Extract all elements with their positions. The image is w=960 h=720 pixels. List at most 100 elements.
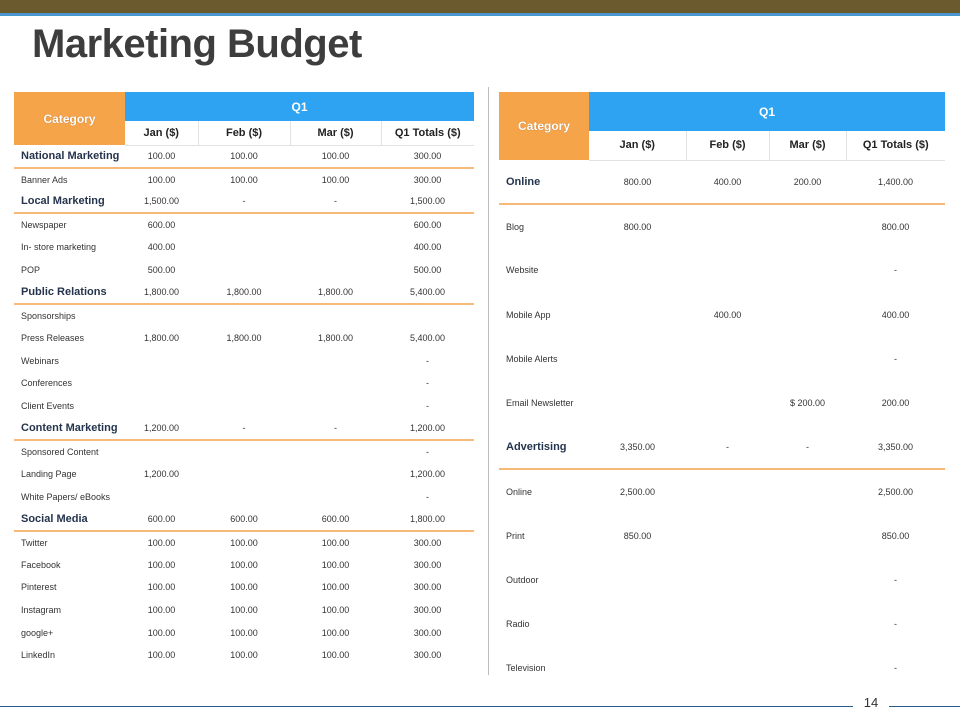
row-label: Newspaper xyxy=(21,219,67,230)
feb-cell xyxy=(686,469,769,513)
column-header-q1-totals: Q1 Totals ($) xyxy=(845,131,946,161)
group-row: Online 800.00 400.00 200.00 1,400.00 xyxy=(499,160,946,206)
row-label: google+ xyxy=(21,627,54,638)
mar-cell xyxy=(290,304,381,327)
jan-cell xyxy=(589,293,686,337)
group-label: Content Marketing xyxy=(14,417,125,441)
q1-total-cell: 1,200.00 xyxy=(409,468,446,479)
left-table-body: National Marketing 100.00 100.00 100.00 300.… xyxy=(14,145,475,667)
table-row: Instagram 100.00 100.00 100.00 300.00 xyxy=(14,599,474,622)
mar-cell xyxy=(769,204,846,248)
row-label: Radio xyxy=(506,618,530,629)
mar-cell: 600.00 xyxy=(290,508,381,532)
mar-cell xyxy=(769,514,846,558)
jan-cell: 100.00 xyxy=(147,627,176,638)
mar-cell: - xyxy=(290,417,381,441)
feb-cell xyxy=(686,602,769,646)
q1-total-cell: 1,200.00 xyxy=(381,417,475,441)
q1-total-cell: - xyxy=(894,663,897,674)
feb-cell xyxy=(686,558,769,602)
jan-cell: 1,800.00 xyxy=(143,332,180,343)
jan-cell: 400.00 xyxy=(147,242,176,253)
row-label: Conferences xyxy=(21,378,73,389)
jan-cell: 1,500.00 xyxy=(125,190,198,215)
row-label: Landing Page xyxy=(21,468,77,479)
jan-cell xyxy=(589,602,686,646)
mar-cell xyxy=(290,440,381,463)
jan-cell: 1,200.00 xyxy=(125,417,198,441)
table-row: Blog 800.00 800.00 xyxy=(499,204,945,248)
feb-cell: 100.00 xyxy=(198,145,290,169)
jan-cell xyxy=(125,485,198,508)
category-header: Category xyxy=(499,92,589,160)
right-table-body: Online 800.00 400.00 200.00 1,400.00 Blog 800.… xyxy=(499,160,946,690)
q1-total-cell: 300.00 xyxy=(413,559,442,570)
feb-cell xyxy=(198,463,290,486)
row-label: LinkedIn xyxy=(21,650,56,661)
row-label: In- store marketing xyxy=(21,242,97,253)
row-label: Blog xyxy=(506,221,525,232)
q1-total-cell: 400.00 xyxy=(413,242,442,253)
mar-cell: 1,800.00 xyxy=(290,281,381,305)
q1-total-cell: 300.00 xyxy=(413,174,442,185)
q1-total-cell: 400.00 xyxy=(881,309,910,320)
feb-cell: 600.00 xyxy=(198,508,290,532)
right-budget-table: Category Q1 Jan ($) Feb ($) Mar ($) Q1 T… xyxy=(499,92,946,690)
feb-cell: 1,800.00 xyxy=(226,332,262,343)
table-row: LinkedIn 100.00 100.00 100.00 300.00 xyxy=(14,644,474,667)
jan-cell: 100.00 xyxy=(147,537,176,548)
feb-cell: 400.00 xyxy=(713,309,742,320)
row-label: POP xyxy=(21,264,41,275)
group-row: Content Marketing 1,200.00- -1,200.00 xyxy=(14,417,475,441)
q1-total-cell: 200.00 xyxy=(881,398,910,409)
group-row: Advertising 3,350.00- -3,350.00 xyxy=(499,425,946,471)
feb-cell xyxy=(686,204,769,248)
q1-total-cell: 300.00 xyxy=(413,650,442,661)
mar-cell xyxy=(769,558,846,602)
column-header-jan: Jan ($) xyxy=(589,131,686,161)
jan-cell: 3,350.00 xyxy=(589,425,686,471)
feb-cell: 100.00 xyxy=(230,559,258,570)
row-label: Banner Ads xyxy=(21,174,68,185)
q1-total-cell: 500.00 xyxy=(413,264,442,275)
group-label: Online xyxy=(499,160,589,206)
feb-cell: 400.00 xyxy=(686,160,769,206)
jan-cell xyxy=(589,248,686,292)
mar-cell xyxy=(769,602,846,646)
row-label: Mobile App xyxy=(506,309,551,320)
mar-cell: 100.00 xyxy=(290,145,381,169)
mar-cell xyxy=(769,248,846,292)
mar-cell: 200.00 xyxy=(769,160,846,206)
table-row: Radio - xyxy=(499,602,945,646)
q1-total-cell: 5,400.00 xyxy=(381,281,475,305)
table-row: Mobile Alerts - xyxy=(499,337,945,381)
group-row: Social Media 600.00 600.00 600.00 1,800.00 xyxy=(14,508,475,532)
jan-cell: 850.00 xyxy=(623,530,652,541)
mar-cell xyxy=(769,469,846,513)
group-label: Advertising xyxy=(499,425,589,471)
feb-cell xyxy=(198,372,290,395)
row-label: White Papers/ eBooks xyxy=(21,491,111,502)
group-row: Local Marketing 1,500.00- -1,500.00 xyxy=(14,190,475,215)
jan-cell xyxy=(589,558,686,602)
column-header-feb: Feb ($) xyxy=(197,121,290,146)
mar-cell xyxy=(290,213,381,236)
q1-total-cell: 300.00 xyxy=(413,582,442,593)
table-row: Email Newsletter $ 200.00 200.00 xyxy=(499,381,945,425)
column-divider xyxy=(488,87,489,675)
q1-total-cell: 300.00 xyxy=(413,605,442,616)
jan-cell: 1,200.00 xyxy=(143,468,180,479)
q1-total-cell: 850.00 xyxy=(881,530,910,541)
feb-cell: 1,800.00 xyxy=(198,281,290,305)
jan-cell: 100.00 xyxy=(125,145,198,169)
table-row: Landing Page 1,200.00 1,200.00 xyxy=(14,463,474,486)
table-row: google+ 100.00 100.00 100.00 300.00 xyxy=(14,621,474,644)
column-header-feb: Feb ($) xyxy=(685,131,769,161)
row-label: Twitter xyxy=(21,537,48,548)
table-row: Mobile App 400.00 400.00 xyxy=(499,293,945,337)
row-label: Instagram xyxy=(21,605,62,616)
mar-cell xyxy=(290,236,381,259)
row-label: Sponsored Content xyxy=(21,446,99,457)
feb-cell: 100.00 xyxy=(230,174,258,185)
row-label: Print xyxy=(506,530,525,541)
